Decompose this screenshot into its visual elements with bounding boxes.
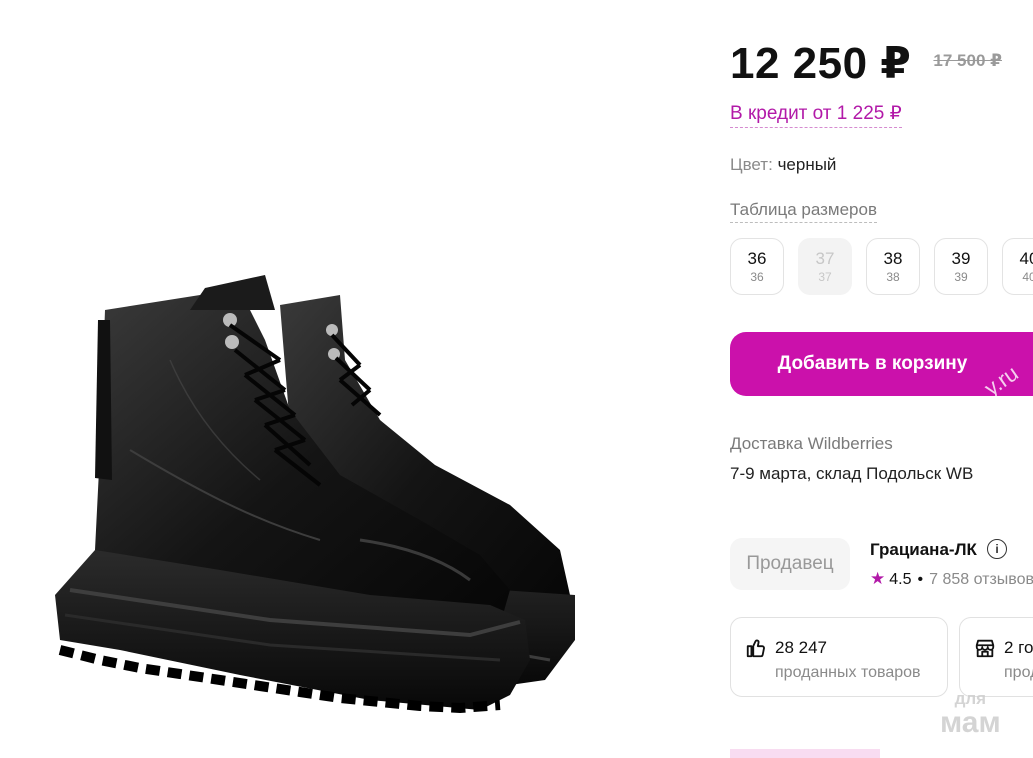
size-sub: 36 [750,269,764,284]
size-sub: 37 [818,269,832,284]
years-stat-card: 2 года продаёт [959,617,1033,697]
size-main: 38 [883,248,903,268]
star-icon: ★ [870,569,886,588]
shop-icon [975,639,995,658]
size-main: 39 [951,248,971,268]
current-price: 12 250 ₽ [730,39,912,88]
credit-link[interactable]: В кредит от 1 225 ₽ [730,102,902,128]
size-main: 40 [1019,248,1033,268]
seller-button[interactable]: Продавец [730,538,850,590]
thumbs-up-icon [746,639,765,658]
size-sub: 38 [886,269,900,284]
years-label: продаёт [1004,664,1033,681]
seller-rating: ★ 4.5 • 7 858 отзывов [870,569,1033,589]
product-image[interactable] [40,250,600,720]
size-main: 37 [815,248,835,268]
delivery-title: Доставка Wildberries [730,434,893,453]
size-option-40[interactable]: 40 40 [1002,238,1033,295]
size-table-link[interactable]: Таблица размеров [730,200,877,223]
delivery-info: 7-9 марта, склад Подольск WB [730,464,974,483]
color-value: черный [777,155,837,174]
size-option-39[interactable]: 39 39 [934,238,988,295]
watermark-big: мам [940,706,1001,739]
old-price: 17 500 ₽ [933,51,1002,70]
price-row: 12 250 ₽ 17 500 ₽ [730,38,1002,89]
size-selector: 36 36 37 37 38 38 39 39 40 40 [730,238,1033,295]
sold-stat-card: 28 247 проданных товаров [730,617,948,697]
separator-dot: • [917,571,924,588]
rating-value: 4.5 [889,571,912,588]
size-main: 36 [747,248,767,268]
info-icon[interactable]: i [987,539,1007,559]
sold-label: проданных товаров [775,664,921,681]
sold-count: 28 247 [775,638,827,657]
size-sub: 40 [1022,269,1033,284]
pink-bar [730,749,880,758]
color-label: Цвет: [730,155,773,174]
seller-name[interactable]: Грациана-ЛК [870,540,977,560]
years-count: 2 года [1004,638,1033,657]
reviews-count[interactable]: 7 858 отзывов [929,571,1033,588]
watermark-logo: для мам [940,690,1001,738]
size-option-37[interactable]: 37 37 [798,238,852,295]
size-sub: 39 [954,269,968,284]
size-option-38[interactable]: 38 38 [866,238,920,295]
size-option-36[interactable]: 36 36 [730,238,784,295]
color-row: Цвет: черный [730,155,836,175]
